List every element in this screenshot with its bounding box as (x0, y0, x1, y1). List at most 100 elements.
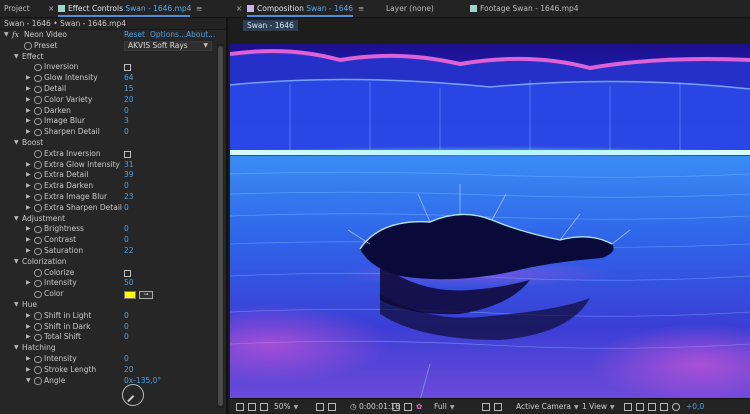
always-preview-icon[interactable] (236, 403, 244, 411)
darken-value[interactable]: 0 (124, 106, 129, 117)
inversion-checkbox[interactable] (124, 64, 131, 72)
fast-previews-icon[interactable] (482, 403, 490, 411)
extra-sharpen-detail-value[interactable]: 0 (124, 203, 129, 214)
stopwatch-icon[interactable] (34, 269, 42, 277)
sharpen-detail-value[interactable]: 0 (124, 127, 129, 138)
chevron-right-icon[interactable]: ▶ (26, 278, 31, 289)
stopwatch-icon[interactable] (34, 128, 42, 137)
stopwatch-icon[interactable] (34, 182, 42, 191)
view-options-icon[interactable] (636, 403, 644, 411)
extra-detail-value[interactable]: 39 (124, 170, 134, 181)
preset-dropdown[interactable]: AKVIS Soft Rays ▼ (124, 41, 212, 52)
stopwatch-icon[interactable] (34, 333, 42, 342)
zoom-dropdown[interactable]: 50% ▼ (274, 399, 298, 414)
composition-subtab[interactable]: Swan - 1646 (243, 20, 298, 31)
stopwatch-icon[interactable] (34, 193, 42, 202)
chevron-right-icon[interactable]: ▶ (26, 181, 31, 192)
chevron-right-icon[interactable]: ▶ (26, 160, 31, 171)
chevron-right-icon[interactable]: ▶ (26, 246, 31, 257)
reset-exposure-icon[interactable] (672, 403, 680, 411)
chevron-right-icon[interactable]: ▶ (26, 224, 31, 235)
chevron-right-icon[interactable]: ▶ (26, 73, 31, 84)
chevron-down-icon[interactable]: ▼ (14, 343, 19, 354)
eyedropper-icon[interactable]: ⊸ (139, 290, 153, 299)
shift-in-light-value[interactable]: 0 (124, 311, 129, 322)
panel-menu-icon[interactable]: ≡ (196, 0, 202, 18)
transparency-grid-icon[interactable] (494, 403, 502, 411)
reset-link[interactable]: Reset (124, 30, 145, 41)
stopwatch-icon[interactable] (34, 85, 42, 94)
snapshot-camera-icon[interactable] (392, 403, 400, 411)
about-link[interactable]: About... (186, 30, 215, 41)
timeline-icon[interactable] (648, 403, 656, 411)
effect-controls-scrollbar-thumb[interactable] (218, 46, 223, 406)
show-snapshot-icon[interactable] (404, 403, 412, 411)
colorize-checkbox[interactable] (124, 269, 131, 277)
group-boost[interactable]: ▼ Boost (0, 138, 216, 149)
views-dropdown[interactable]: 1 View ▼ (582, 399, 615, 414)
stopwatch-icon[interactable] (34, 107, 42, 115)
project-close-icon[interactable]: × (48, 0, 54, 18)
chevron-right-icon[interactable]: ▶ (26, 322, 31, 333)
composition-menu-icon[interactable]: ≡ (358, 0, 364, 18)
chevron-right-icon[interactable]: ▶ (26, 311, 31, 322)
stopwatch-icon[interactable] (34, 247, 42, 256)
stopwatch-icon[interactable] (34, 161, 42, 169)
composition-viewer[interactable] (230, 44, 750, 400)
contrast-value[interactable]: 0 (124, 235, 129, 246)
chevron-down-icon[interactable]: ▼ (14, 138, 19, 149)
stopwatch-icon[interactable] (34, 355, 42, 364)
stopwatch-icon[interactable] (34, 290, 42, 299)
flowchart-icon[interactable] (660, 403, 668, 411)
effect-row-neon-video[interactable]: ▼ fx Neon Video Reset Options... About..… (0, 30, 216, 41)
stopwatch-icon[interactable] (34, 96, 42, 104)
chevron-right-icon[interactable]: ▶ (26, 127, 31, 138)
stopwatch-icon[interactable] (34, 225, 42, 234)
chevron-right-icon[interactable]: ▶ (26, 365, 31, 376)
hatching-intensity-value[interactable]: 0 (124, 354, 129, 365)
chevron-down-icon[interactable]: ▼ (4, 30, 9, 41)
brightness-value[interactable]: 0 (124, 224, 129, 235)
tab-layer[interactable]: Layer (none) (386, 0, 434, 18)
chevron-right-icon[interactable]: ▶ (26, 192, 31, 203)
stopwatch-icon[interactable] (34, 74, 42, 83)
saturation-value[interactable]: 22 (124, 246, 134, 257)
stopwatch-icon[interactable] (34, 366, 42, 374)
camera-dropdown[interactable]: Active Camera ▼ (516, 399, 579, 414)
mask-visibility-icon[interactable] (248, 403, 256, 411)
resolution-dropdown[interactable]: Full ▼ (434, 399, 454, 414)
toggle-pixel-aspect-icon[interactable] (624, 403, 632, 411)
group-colorization[interactable]: ▼ Colorization (0, 257, 216, 268)
angle-dial[interactable] (122, 384, 144, 406)
stopwatch-icon[interactable] (34, 204, 42, 212)
stopwatch-icon[interactable] (34, 377, 42, 385)
chevron-right-icon[interactable]: ▶ (26, 354, 31, 365)
chevron-right-icon[interactable]: ▶ (26, 116, 31, 127)
chevron-down-icon[interactable]: ▼ (14, 300, 19, 311)
chevron-down-icon[interactable]: ▼ (26, 376, 31, 387)
chevron-down-icon[interactable]: ▼ (14, 214, 19, 225)
chevron-right-icon[interactable]: ▶ (26, 203, 31, 214)
chevron-down-icon[interactable]: ▼ (14, 52, 19, 63)
stopwatch-icon[interactable] (24, 42, 32, 50)
chevron-right-icon[interactable]: ▶ (26, 106, 31, 117)
region-of-interest-icon[interactable] (260, 403, 268, 411)
stopwatch-icon[interactable] (34, 150, 42, 158)
extra-glow-intensity-value[interactable]: 31 (124, 160, 134, 171)
chevron-down-icon[interactable]: ▼ (14, 257, 19, 268)
extra-inversion-checkbox[interactable] (124, 150, 131, 158)
tab-footage[interactable]: Footage Swan - 1646.mp4 (470, 0, 579, 18)
group-hue[interactable]: ▼ Hue (0, 300, 216, 311)
chevron-right-icon[interactable]: ▶ (26, 235, 31, 246)
stopwatch-icon[interactable] (34, 312, 42, 320)
grid-icon[interactable] (328, 403, 336, 411)
total-shift-value[interactable]: 0 (124, 332, 129, 343)
stopwatch-icon[interactable] (34, 279, 42, 288)
stopwatch-icon[interactable] (34, 117, 42, 126)
extra-darken-value[interactable]: 0 (124, 181, 129, 192)
stopwatch-icon[interactable] (34, 171, 42, 180)
tab-project[interactable]: Project (4, 0, 30, 18)
colorization-intensity-value[interactable]: 50 (124, 278, 134, 289)
chevron-right-icon[interactable]: ▶ (26, 170, 31, 181)
shift-in-dark-value[interactable]: 0 (124, 322, 129, 333)
